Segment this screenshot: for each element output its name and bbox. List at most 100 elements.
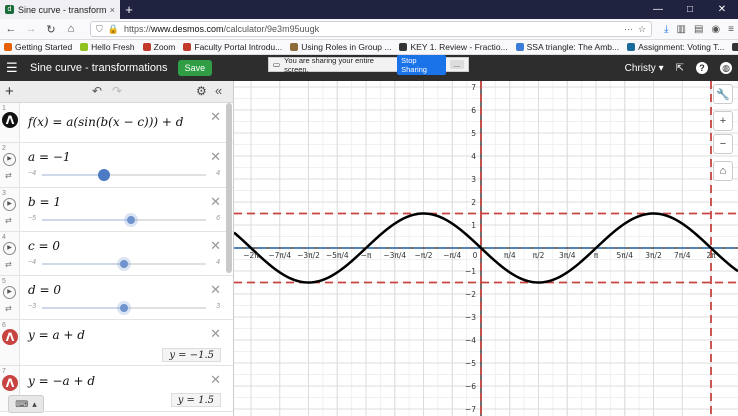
slider-row[interactable]: 3 ▶ ⇄ b = 1 ✕ −5 6 <box>0 188 233 232</box>
delete-expression-icon[interactable]: ✕ <box>210 372 221 388</box>
slider-b[interactable]: −5 6 <box>28 215 220 225</box>
slider-min[interactable]: −3 <box>28 303 36 310</box>
share-icon[interactable]: ⇱ <box>676 63 684 74</box>
slider-min[interactable]: −4 <box>28 170 36 177</box>
back-arrow-icon[interactable]: ← <box>4 23 18 35</box>
account-icon[interactable]: ◉ <box>711 24 720 35</box>
delete-expression-icon[interactable]: ✕ <box>210 149 221 165</box>
menu-icon[interactable]: ≡ <box>728 24 734 35</box>
slider-variable[interactable]: d = 0 <box>28 283 61 297</box>
slider-handle[interactable] <box>97 169 110 181</box>
home-icon[interactable]: ⌂ <box>64 23 78 35</box>
bookmark-item[interactable]: Assignment: Voting T... <box>627 42 724 52</box>
sidebar-icon[interactable]: ▤ <box>694 24 703 35</box>
close-window-icon[interactable]: ✕ <box>706 0 738 19</box>
zoom-out-icon[interactable]: − <box>713 134 733 154</box>
slider-max[interactable]: 4 <box>216 170 220 177</box>
expression-math[interactable]: f(x) = a(sin(b(x − c))) + d <box>28 115 183 129</box>
maximize-icon[interactable]: □ <box>674 0 706 19</box>
slider-c[interactable]: −4 4 <box>28 259 220 269</box>
add-item-icon[interactable]: + <box>5 83 14 100</box>
bookmark-star-icon[interactable]: ☆ <box>638 24 646 35</box>
user-menu[interactable]: Christy ▾ <box>625 63 664 74</box>
slider-variable[interactable]: b = 1 <box>28 195 61 209</box>
delete-expression-icon[interactable]: ✕ <box>210 109 221 125</box>
slider-variable[interactable]: a = −1 <box>28 150 71 164</box>
graph-paper[interactable]: −2π −7π/4 −3π/2 −5π/4 −π −3π/4 −π/2 −π/4 π/4 π/2 3… <box>234 81 738 416</box>
stop-sharing-button[interactable]: Stop Sharing <box>397 54 446 75</box>
play-icon[interactable]: ▶ <box>3 286 16 299</box>
graph-title[interactable]: Sine curve - transformations <box>30 62 168 74</box>
delete-expression-icon[interactable]: ✕ <box>210 194 221 210</box>
loop-icon[interactable]: ⇄ <box>5 216 12 225</box>
slider-track[interactable] <box>42 260 206 268</box>
play-icon[interactable]: ▶ <box>3 198 16 211</box>
graph-color-icon[interactable]: ᐱ <box>2 112 18 128</box>
hamburger-menu-icon[interactable]: ☰ <box>6 60 20 76</box>
slider-row[interactable]: 4 ▶ ⇄ c = 0 ✕ −4 4 <box>0 232 233 276</box>
panel-scrollbar[interactable] <box>226 103 232 273</box>
download-icon[interactable]: ⤓ <box>664 24 668 35</box>
slider-handle[interactable] <box>120 304 128 312</box>
loop-icon[interactable]: ⇄ <box>5 171 12 180</box>
redo-icon[interactable]: ↷ <box>112 84 122 98</box>
slider-a[interactable]: −4 4 <box>28 169 220 181</box>
slider-variable[interactable]: c = 0 <box>28 239 60 253</box>
slider-track[interactable] <box>42 304 206 312</box>
play-icon[interactable]: ▶ <box>3 153 16 166</box>
gear-icon[interactable]: ⚙ <box>196 84 207 98</box>
browser-tab-active[interactable]: d Sine curve - transformations × <box>0 0 120 19</box>
delete-expression-icon[interactable]: ✕ <box>210 282 221 298</box>
undo-icon[interactable]: ↶ <box>92 84 102 98</box>
minimize-icon[interactable]: — <box>642 0 674 19</box>
collapse-panel-icon[interactable]: « <box>215 83 222 98</box>
home-zoom-icon[interactable]: ⌂ <box>713 161 733 181</box>
slider-row[interactable]: 2 ▶ ⇄ a = −1 ✕ −4 4 <box>0 143 233 188</box>
delete-expression-icon[interactable]: ✕ <box>210 326 221 342</box>
loop-icon[interactable]: ⇄ <box>5 260 12 269</box>
slider-row[interactable]: 5 ▶ ⇄ d = 0 ✕ −3 3 <box>0 276 233 320</box>
hide-banner-button[interactable]: ... <box>449 60 464 69</box>
expression-math[interactable]: y = a + d <box>28 328 85 342</box>
tab-close-icon[interactable]: × <box>110 5 115 15</box>
reload-icon[interactable]: ↻ <box>44 23 58 36</box>
slider-track[interactable] <box>42 216 206 224</box>
loop-icon[interactable]: ⇄ <box>5 304 12 313</box>
slider-min[interactable]: −5 <box>28 215 36 222</box>
graph-canvas[interactable]: −2π −7π/4 −3π/2 −5π/4 −π −3π/4 −π/2 −π/4 π/4 π/2 3… <box>234 81 738 416</box>
bookmark-item[interactable]: SSA triangle: The Amb... <box>515 42 619 52</box>
library-icon[interactable]: ▥ <box>677 24 686 35</box>
help-icon[interactable]: ? <box>696 62 708 74</box>
slider-max[interactable]: 4 <box>216 259 220 266</box>
language-globe-icon[interactable]: ◍ <box>720 62 732 74</box>
bookmark-item[interactable]: Electoral systems in W... <box>732 42 738 52</box>
slider-d[interactable]: −3 3 <box>28 303 220 313</box>
slider-min[interactable]: −4 <box>28 259 36 266</box>
graph-color-icon[interactable]: ᐱ <box>2 375 18 391</box>
keyboard-toggle-button[interactable]: ⌨ ▴ <box>8 395 44 413</box>
zoom-in-icon[interactable]: + <box>713 111 733 131</box>
address-bar[interactable]: ⛉ 🔒 https://www.desmos.com/calculator/9e… <box>90 21 653 37</box>
bookmark-item[interactable]: Zoom <box>142 42 175 52</box>
expression-row[interactable]: 1 ᐱ f(x) = a(sin(b(x − c))) + d ✕ <box>0 103 233 143</box>
expression-row[interactable]: 6 ᐱ y = a + d ✕ y = −1.5 <box>0 320 233 366</box>
slider-handle[interactable] <box>120 260 128 268</box>
slider-track[interactable] <box>42 169 206 181</box>
bookmark-item[interactable]: Using Roles in Group ... <box>290 42 391 52</box>
bookmark-item[interactable]: Getting Started <box>4 42 72 52</box>
bookmark-item[interactable]: Hello Fresh <box>80 42 135 52</box>
new-tab-button[interactable]: + <box>120 0 138 19</box>
play-icon[interactable]: ▶ <box>3 242 16 255</box>
expression-math[interactable]: y = −a + d <box>28 374 95 388</box>
bookmark-item[interactable]: Faculty Portal Introdu... <box>183 42 282 52</box>
save-button[interactable]: Save <box>177 60 213 76</box>
slider-max[interactable]: 6 <box>216 215 220 222</box>
delete-expression-icon[interactable]: ✕ <box>210 238 221 254</box>
slider-handle[interactable] <box>127 216 136 224</box>
wrench-icon[interactable]: 🔧 <box>713 84 733 104</box>
slider-max[interactable]: 3 <box>216 303 220 310</box>
bookmark-item[interactable]: KEY 1. Review - Fractio... <box>399 42 508 52</box>
forward-arrow-icon[interactable]: → <box>24 23 38 35</box>
graph-color-icon[interactable]: ᐱ <box>2 329 18 345</box>
page-actions-icon[interactable]: ··· <box>624 24 633 34</box>
